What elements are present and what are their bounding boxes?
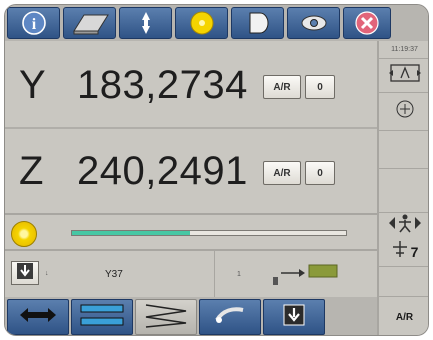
clock-text: 11:19:37 <box>391 46 418 53</box>
zigzag-button[interactable] <box>135 299 197 335</box>
eye-icon <box>300 13 328 33</box>
zero-button[interactable]: 0 <box>305 75 335 99</box>
download-bottom-button[interactable] <box>263 299 325 335</box>
center-button[interactable] <box>379 93 428 131</box>
workpiece-button[interactable] <box>63 7 116 39</box>
workpiece-icon <box>70 11 110 35</box>
axis-letter: Z <box>19 149 44 193</box>
step-count: 7 <box>410 243 419 260</box>
status-small-label: ↓ <box>45 270 49 277</box>
crosshair-icon <box>394 98 416 125</box>
download-icon <box>16 262 34 285</box>
info-icon: i <box>21 10 47 36</box>
ar-toggle-label: A/R <box>395 311 414 323</box>
axis-letter: Y <box>19 63 46 107</box>
probe-button[interactable] <box>199 299 261 335</box>
right-empty-cell <box>379 169 428 213</box>
axis-row-y: Y 183,2734 A/R 0 <box>5 41 377 127</box>
close-icon <box>354 10 380 36</box>
record-icon <box>246 11 270 35</box>
zero-button[interactable]: 0 <box>305 161 335 185</box>
axis-panel: Y 183,2734 A/R 0 Z 240,2491 A/R 0 <box>5 41 377 213</box>
arrows-icon <box>134 11 158 35</box>
bottom-toolbar <box>5 297 377 335</box>
svg-text:i: i <box>31 16 36 33</box>
bars-icon <box>79 301 125 334</box>
axis-value: 183,2734 <box>77 63 248 107</box>
light-button[interactable] <box>175 7 228 39</box>
light-intensity-row <box>5 213 377 249</box>
record-button[interactable] <box>231 7 284 39</box>
ar-toggle-button[interactable]: A/R <box>379 297 428 335</box>
light-intensity-slider[interactable] <box>71 230 347 236</box>
dro-display: i Y 183,2734 A/R 0 Z 240,2491 A/R 0 11:1… <box>4 4 429 336</box>
top-toolbar: i <box>5 5 428 41</box>
absolute-relative-button[interactable]: A/R <box>263 75 301 99</box>
download-icon <box>283 304 305 331</box>
right-empty-cell <box>379 267 428 297</box>
walk-icon <box>387 213 423 238</box>
zigzag-icon <box>144 301 188 334</box>
status-mid-label: 1 <box>237 271 241 278</box>
light-intensity-icon[interactable] <box>11 221 37 247</box>
info-button[interactable]: i <box>7 7 60 39</box>
step-counter-button[interactable]: 7 <box>379 237 428 267</box>
probe-icon <box>213 304 247 331</box>
measure-mode-button[interactable] <box>379 59 428 93</box>
status-text: Y37 <box>105 269 123 280</box>
arrows-button[interactable] <box>119 7 172 39</box>
view-button[interactable] <box>287 7 340 39</box>
axis-row-z: Z 240,2491 A/R 0 <box>5 127 377 213</box>
measure-icon <box>388 62 422 89</box>
axis-value: 240,2491 <box>77 149 248 193</box>
bars-button[interactable] <box>71 299 133 335</box>
absolute-relative-button[interactable]: A/R <box>263 161 301 185</box>
double-arrow-icon <box>18 305 58 330</box>
light-icon <box>189 10 215 36</box>
close-button[interactable] <box>343 7 391 39</box>
step-icon <box>391 240 409 263</box>
output-arrow-icon <box>269 261 339 292</box>
download-button[interactable] <box>11 261 39 285</box>
status-left: ↓ Y37 <box>5 251 215 297</box>
double-arrow-button[interactable] <box>7 299 69 335</box>
right-column: 11:19:37 7 A/R <box>377 41 428 335</box>
clock-cell: 11:19:37 <box>379 41 428 59</box>
status-row: ↓ Y37 1 <box>5 249 377 297</box>
light-intensity-fill <box>72 231 190 235</box>
axis-select-button[interactable] <box>379 213 428 238</box>
right-empty-cell <box>379 131 428 169</box>
